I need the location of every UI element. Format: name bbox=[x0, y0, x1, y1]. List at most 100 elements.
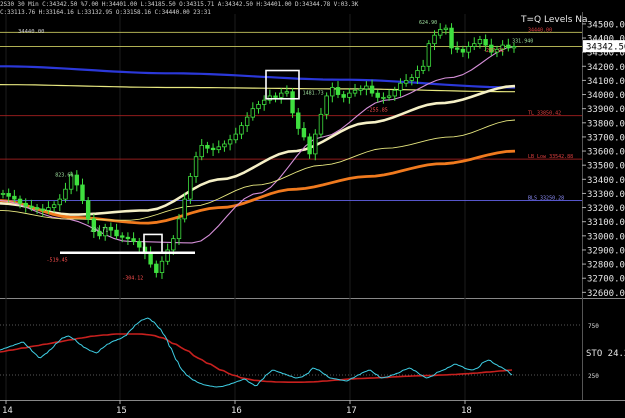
candle-body bbox=[375, 92, 380, 98]
y-tick-label: 33500.00 bbox=[587, 162, 625, 172]
y-tick-label: 32600.00 bbox=[587, 289, 625, 299]
swing-annotation: 823.60 bbox=[55, 172, 73, 178]
candle-body bbox=[318, 113, 324, 135]
header-ohlc-text: 2S30 30 Min C:34342.50 %7.00 H:34401.00 … bbox=[0, 1, 359, 8]
candle-body bbox=[398, 82, 403, 91]
y-tick-label: 34100.00 bbox=[587, 77, 625, 87]
candle-body bbox=[120, 235, 125, 238]
header-extra-text: C:33113.76 H:33164.16 L:33132.95 O:33158… bbox=[0, 9, 211, 16]
ma-blue-line bbox=[0, 65, 516, 89]
legend-text: T=Q Levels Na bbox=[521, 15, 588, 25]
candle-body bbox=[420, 65, 426, 71]
candle-body bbox=[483, 39, 488, 46]
candle-body bbox=[188, 176, 193, 200]
candle-body bbox=[199, 145, 204, 158]
y-tick-label: 33100.00 bbox=[587, 218, 625, 228]
candle-body bbox=[352, 89, 358, 94]
candle-body bbox=[46, 207, 51, 211]
candle-body bbox=[233, 133, 238, 141]
candle-body bbox=[85, 200, 91, 220]
candle-body bbox=[114, 229, 119, 237]
level-label: TL 33850.42 bbox=[528, 111, 561, 117]
y-tick-label: 34500.00 bbox=[587, 20, 625, 30]
candle-body bbox=[205, 145, 210, 149]
candle-body bbox=[455, 47, 460, 50]
candle-body bbox=[0, 193, 6, 195]
candle-body bbox=[460, 48, 466, 53]
candle-body bbox=[369, 85, 375, 94]
level-label: BLS 33250.28 bbox=[528, 195, 564, 201]
candle-body bbox=[137, 241, 142, 248]
candle-body bbox=[131, 238, 136, 242]
candle-body bbox=[426, 43, 432, 67]
y-tick-label: 33600.00 bbox=[587, 148, 625, 158]
candle-body bbox=[506, 44, 511, 49]
candle-body bbox=[51, 204, 57, 208]
candle-body bbox=[210, 147, 216, 151]
candle-body bbox=[364, 85, 369, 90]
level-label: 34440.00 bbox=[528, 27, 552, 33]
y-tick-label: 33300.00 bbox=[587, 190, 625, 200]
candle-body bbox=[449, 27, 454, 49]
indicator-name-label: STO 24.2 bbox=[586, 349, 625, 359]
candle-body bbox=[57, 198, 62, 206]
y-tick-label: 32900.00 bbox=[587, 246, 625, 256]
candle-body bbox=[432, 34, 437, 45]
x-tick-label: 18 bbox=[461, 406, 472, 416]
candle-body bbox=[415, 70, 420, 78]
last-price-label: 34342.50 bbox=[586, 43, 625, 53]
x-tick-label: 15 bbox=[116, 406, 127, 416]
candle-body bbox=[392, 89, 397, 97]
candle-body bbox=[324, 95, 329, 115]
chart-header-line-2: C:33113.76 H:33164.16 L:33132.95 O:33158… bbox=[0, 8, 211, 18]
candle-body bbox=[443, 27, 449, 30]
y-tick-label: 33700.00 bbox=[587, 133, 625, 143]
candle-body bbox=[244, 116, 250, 127]
candle-body bbox=[313, 133, 318, 155]
candle-body bbox=[148, 252, 153, 265]
y-tick-label: 34200.00 bbox=[587, 63, 625, 73]
candle-body bbox=[23, 202, 28, 207]
candle-body bbox=[63, 188, 68, 200]
candle-body bbox=[403, 80, 409, 84]
candle-body bbox=[29, 205, 34, 208]
y-tick-label: 33800.00 bbox=[587, 119, 625, 129]
candle-body bbox=[250, 108, 256, 118]
candle-body bbox=[466, 46, 471, 53]
candle-body bbox=[12, 195, 17, 200]
candle-body bbox=[261, 99, 267, 105]
candle-body bbox=[256, 104, 261, 110]
swing-annotation: -297.92 bbox=[483, 48, 504, 54]
candle-body bbox=[290, 91, 295, 114]
candle-body bbox=[386, 95, 392, 98]
candle-body bbox=[335, 87, 341, 95]
swing-annotation: 1481.73 bbox=[303, 91, 324, 97]
x-tick-label: 17 bbox=[346, 406, 357, 416]
top-left-level-label: 34440.00 bbox=[18, 29, 45, 35]
swing-annotation: -255.85 bbox=[367, 107, 388, 113]
chart-legend: T=Q Levels Na bbox=[521, 15, 588, 25]
y-tick-label: 32700.00 bbox=[587, 275, 625, 285]
candle-body bbox=[80, 184, 85, 201]
candle-body bbox=[125, 236, 131, 240]
price-chart[interactable]: 32600.00 32700.00 32800.00 32900.00 33000.00… bbox=[0, 0, 625, 418]
candle-body bbox=[307, 136, 312, 155]
candle-body bbox=[341, 94, 346, 98]
candle-body bbox=[159, 260, 165, 273]
x-tick-label: 16 bbox=[231, 406, 242, 416]
swing-annotation: 290.71 bbox=[90, 228, 108, 234]
candle-body bbox=[477, 39, 483, 45]
swing-annotation: -519.45 bbox=[47, 257, 68, 263]
swing-annotation: -304.12 bbox=[122, 276, 143, 282]
candle-body bbox=[381, 96, 386, 99]
candle-body bbox=[273, 95, 278, 98]
candle-body bbox=[222, 143, 227, 148]
candle-body bbox=[347, 92, 352, 98]
swing-annotation: 624.90 bbox=[419, 20, 437, 26]
candle-body bbox=[74, 174, 80, 186]
candle-body bbox=[216, 146, 221, 151]
candle-body bbox=[154, 263, 159, 273]
level-label: LB Low 33542.88 bbox=[528, 154, 573, 160]
candle-body bbox=[34, 207, 40, 210]
candle-body bbox=[239, 125, 244, 135]
